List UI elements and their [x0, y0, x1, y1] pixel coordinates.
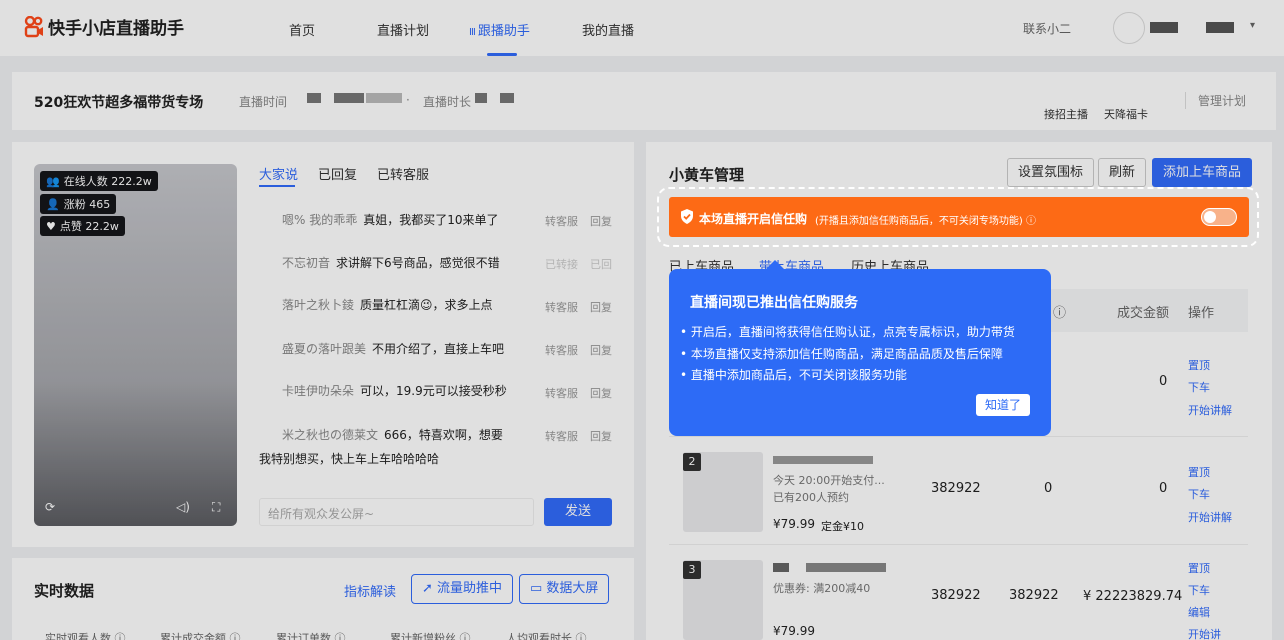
got-it-button[interactable]: 知道了 [976, 394, 1030, 416]
popover-item-text: 直播中添加商品后，不可关闭该服务功能 [690, 368, 907, 382]
popover-item: • 直播中添加商品后，不可关闭该服务功能 [680, 368, 907, 382]
popover-item: • 本场直播仅支持添加信任购商品，满足商品品质及售后保障 [680, 347, 1003, 361]
trust-purchase-title: 本场直播开启信任购 [699, 212, 808, 226]
modal-overlay [0, 0, 1284, 640]
shield-check-icon [680, 209, 694, 228]
toggle-knob [1204, 211, 1216, 223]
popover-item-text: 本场直播仅支持添加信任购商品，满足商品品质及售后保障 [690, 347, 1003, 361]
popover-title: 直播间现已推出信任购服务 [690, 295, 858, 311]
trust-purchase-note: (开播且添加信任购商品后，不可关闭专场功能) ⓘ [815, 216, 1036, 227]
trust-purchase-toggle[interactable] [1201, 208, 1237, 226]
popover-item: • 开启后，直播间将获得信任购认证，点亮专属标识，助力带货 [680, 325, 1015, 339]
popover-item-text: 开启后，直播间将获得信任购认证，点亮专属标识，助力带货 [690, 325, 1015, 339]
